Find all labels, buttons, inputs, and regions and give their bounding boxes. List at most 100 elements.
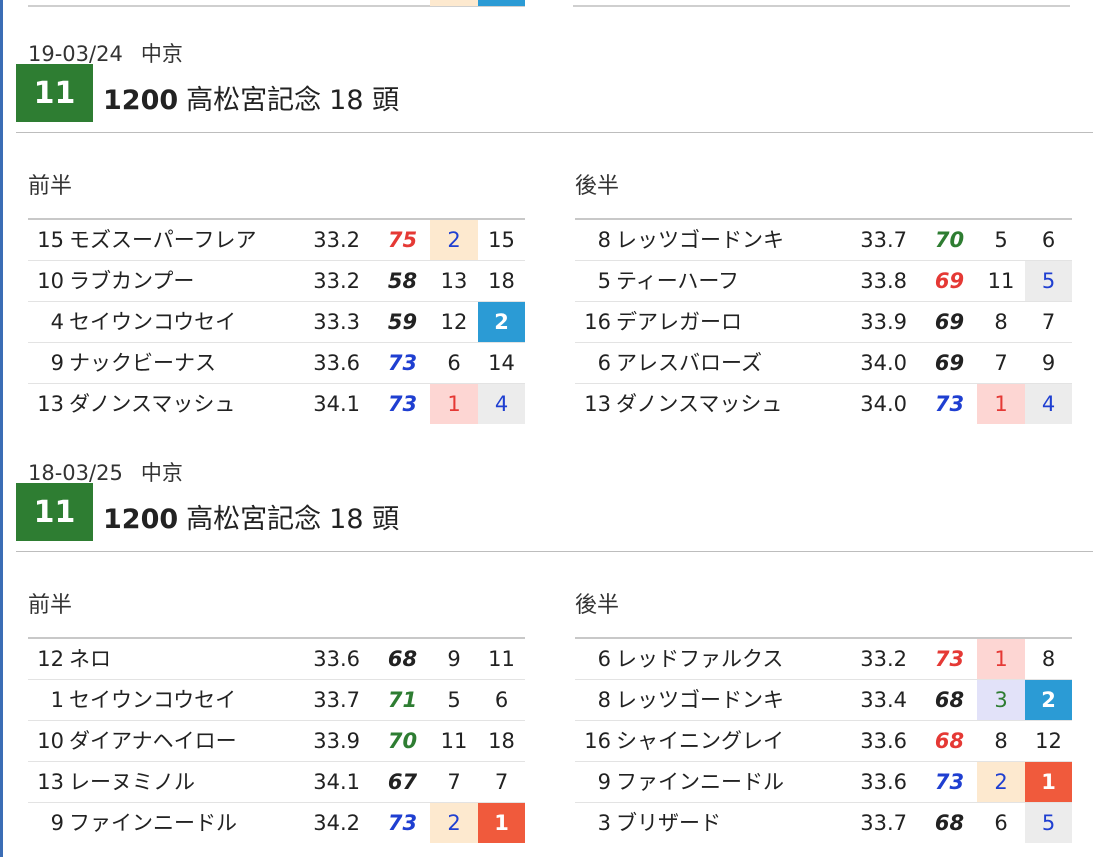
horse-number: 13 <box>37 392 64 416</box>
split-time: 33.7 <box>860 228 907 252</box>
split-time: 33.2 <box>313 269 360 293</box>
table-row[interactable]: 12 ネロ 33.6 68 9 11 <box>28 639 525 680</box>
half-label: 前半 <box>28 593 73 618</box>
horse-number: 1 <box>50 688 64 712</box>
split-time: 33.9 <box>313 729 360 753</box>
split-time: 33.7 <box>313 688 360 712</box>
split-time: 33.9 <box>860 310 907 334</box>
table-row[interactable]: 5 ティーハーフ 33.8 69 11 5 <box>575 261 1072 302</box>
race-date: 18-03/25 <box>28 461 123 485</box>
table-row[interactable]: 13 ダノンスマッシュ 34.0 73 1 4 <box>575 384 1072 424</box>
race-date: 19-03/24 <box>28 42 123 66</box>
horse-number: 3 <box>597 811 611 835</box>
race-venue: 中京 <box>140 461 183 485</box>
rank-cell-2: 7 <box>1041 310 1056 334</box>
rank-cell-1: 11 <box>987 269 1015 293</box>
horse-name[interactable]: ファインニードル <box>69 803 299 843</box>
horse-name[interactable]: レッツゴードンキ <box>616 220 846 260</box>
horse-number: 10 <box>37 729 64 753</box>
table-row[interactable]: 9 ファインニードル 33.6 73 2 1 <box>575 762 1072 803</box>
table-row[interactable]: 16 デアレガーロ 33.9 69 8 7 <box>575 302 1072 343</box>
horse-name[interactable]: ダノンスマッシュ <box>616 384 846 424</box>
half-label: 前半 <box>28 174 73 199</box>
table-row[interactable]: 6 レッドファルクス 33.2 73 1 8 <box>575 639 1072 680</box>
table-row[interactable]: 8 レッツゴードンキ 33.7 70 5 6 <box>575 220 1072 261</box>
table-row[interactable]: 16 シャイニングレイ 33.6 68 8 12 <box>575 721 1072 762</box>
horse-name[interactable]: デアレガーロ <box>616 302 846 342</box>
race-field-count: 18 頭 <box>329 85 400 116</box>
horse-name[interactable]: ラブカンプー <box>69 261 299 301</box>
rank-cell-2: 4 <box>1025 384 1072 424</box>
speed-index: 69 <box>934 351 965 375</box>
horse-number: 5 <box>597 269 611 293</box>
race-distance: 1200 <box>103 85 179 116</box>
table-row[interactable]: 8 レッツゴードンキ 33.4 68 3 2 <box>575 680 1072 721</box>
race-divider <box>16 551 1093 552</box>
table-row[interactable]: 13 レーヌミノル 34.1 67 7 7 <box>28 762 525 803</box>
race-block: 19-03/24 中京 11 1200 高松宮記念 18 頭前半 15 モズスーパーフレア 33… <box>0 38 1093 438</box>
race-name: 高松宮記念 <box>186 85 322 116</box>
race-number-badge[interactable]: 11 <box>16 64 93 122</box>
race-block: 18-03/25 中京 11 1200 高松宮記念 18 頭前半 12 ネロ 33.6 68 9 11… <box>0 457 1093 857</box>
horse-name[interactable]: モズスーパーフレア <box>69 220 299 260</box>
rank-cell-2: 5 <box>1025 803 1072 843</box>
horse-name[interactable]: シャイニングレイ <box>616 721 846 761</box>
speed-index: 68 <box>934 729 965 753</box>
rank-cell-2: 6 <box>494 688 509 712</box>
race-number-badge[interactable]: 11 <box>16 483 93 541</box>
split-time: 33.3 <box>313 310 360 334</box>
horse-name[interactable]: ダノンスマッシュ <box>69 384 299 424</box>
rank-cell-1: 1 <box>430 384 478 424</box>
rank-cell-2: 18 <box>488 269 515 293</box>
horse-name[interactable]: ダイアナヘイロー <box>69 721 299 761</box>
rank-cell-1: 1 <box>977 384 1025 424</box>
race-title[interactable]: 1200 高松宮記念 18 頭 <box>103 78 399 117</box>
race-venue: 中京 <box>140 42 183 66</box>
split-time: 33.2 <box>313 228 360 252</box>
rank-cell-1: 9 <box>447 647 461 671</box>
table-row[interactable]: 15 モズスーパーフレア 33.2 75 2 15 <box>28 220 525 261</box>
horse-name[interactable]: ブリザード <box>616 803 846 843</box>
rank-cell-2: 1 <box>478 803 525 843</box>
horse-name[interactable]: レーヌミノル <box>69 762 299 802</box>
horse-number: 13 <box>584 392 611 416</box>
rank-cell-2: 7 <box>494 770 509 794</box>
split-time: 33.6 <box>313 647 360 671</box>
horse-name[interactable]: アレスバローズ <box>616 343 846 383</box>
speed-index: 70 <box>934 228 965 252</box>
speed-index: 73 <box>387 351 418 375</box>
table-row[interactable]: 9 ナックビーナス 33.6 73 6 14 <box>28 343 525 384</box>
rank-cell-2: 14 <box>488 351 515 375</box>
horse-number: 6 <box>597 351 611 375</box>
horse-name[interactable]: ティーハーフ <box>616 261 846 301</box>
horse-number: 8 <box>597 228 611 252</box>
horse-name[interactable]: セイウンコウセイ <box>69 302 299 342</box>
speed-index: 68 <box>934 688 965 712</box>
table-row[interactable]: 1 セイウンコウセイ 33.7 71 5 6 <box>28 680 525 721</box>
rank-cell-1: 5 <box>447 688 461 712</box>
rank-cell-1: 7 <box>994 351 1008 375</box>
rank-cell-1: 6 <box>994 811 1008 835</box>
table-row[interactable]: 9 ファインニードル 34.2 73 2 1 <box>28 803 525 843</box>
horse-name[interactable]: セイウンコウセイ <box>69 680 299 720</box>
speed-index: 69 <box>934 269 965 293</box>
horse-name[interactable]: レッドファルクス <box>616 639 846 679</box>
rank-cell-1: 7 <box>447 770 461 794</box>
table-row[interactable]: 13 ダノンスマッシュ 34.1 73 1 4 <box>28 384 525 424</box>
table-row[interactable]: 10 ダイアナヘイロー 33.9 70 11 18 <box>28 721 525 762</box>
horse-name[interactable]: ネロ <box>69 639 299 679</box>
horse-name[interactable]: レッツゴードンキ <box>616 680 846 720</box>
rank-cell-2: 2 <box>478 302 525 342</box>
horse-name[interactable]: ファインニードル <box>616 762 846 802</box>
table-row[interactable]: 10 ラブカンプー 33.2 58 13 18 <box>28 261 525 302</box>
rank-cell-1: 8 <box>994 729 1008 753</box>
table-row[interactable]: 4 セイウンコウセイ 33.3 59 12 2 <box>28 302 525 343</box>
table-row[interactable]: 6 アレスバローズ 34.0 69 7 9 <box>575 343 1072 384</box>
horse-name[interactable]: ナックビーナス <box>69 343 299 383</box>
rank-cell-2: 15 <box>488 228 515 252</box>
table-row[interactable]: 3 ブリザード 33.7 68 6 5 <box>575 803 1072 843</box>
rank-cell-1: 11 <box>440 729 468 753</box>
race-title[interactable]: 1200 高松宮記念 18 頭 <box>103 497 399 536</box>
rank-cell-2: 8 <box>1041 647 1056 671</box>
split-time: 34.1 <box>313 392 360 416</box>
